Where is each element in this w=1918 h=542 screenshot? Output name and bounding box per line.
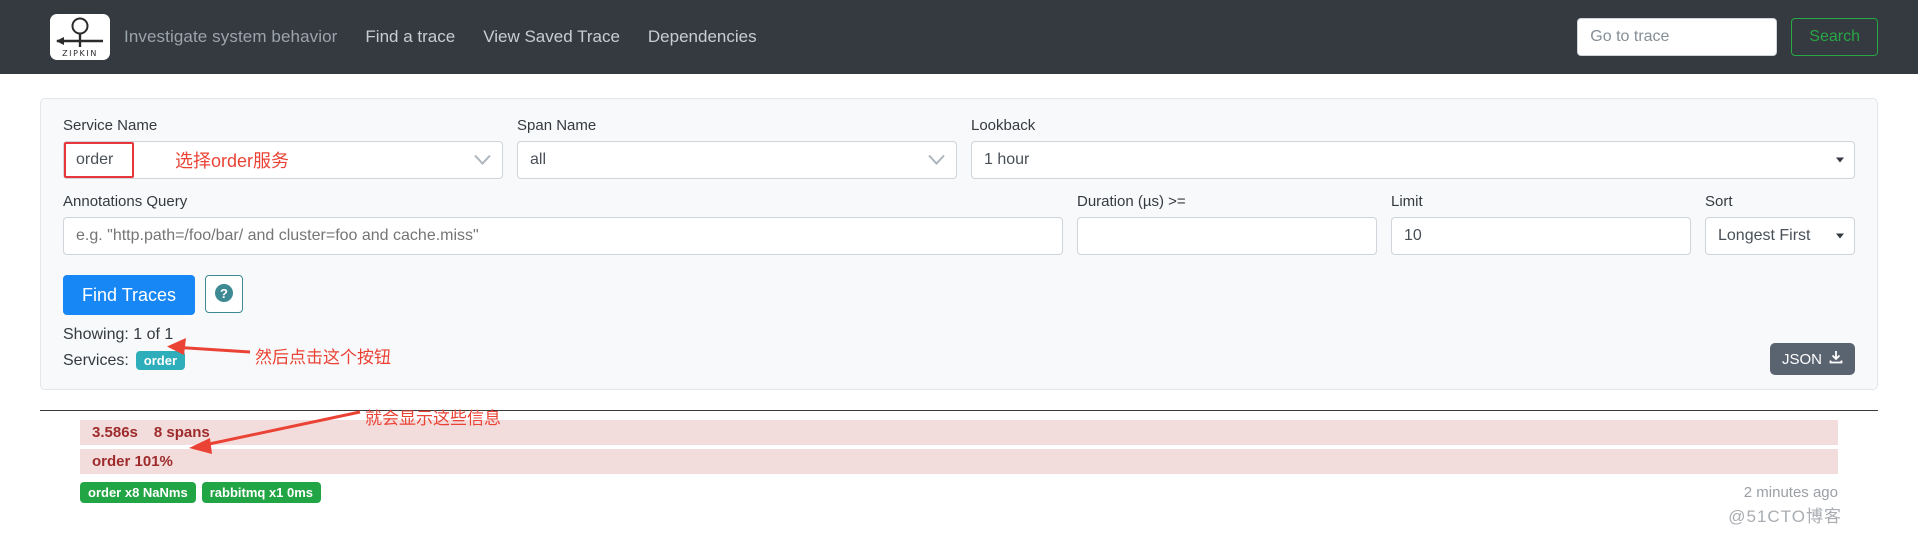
- trace-service-percent: order 101%: [92, 453, 173, 471]
- top-navbar: ZIPKIN Investigate system behavior Find …: [0, 0, 1918, 74]
- service-badge[interactable]: order: [135, 350, 186, 370]
- field-sort: Sort Longest First: [1705, 193, 1855, 255]
- duration-label: Duration (µs) >=: [1077, 193, 1186, 210]
- results-section: 3.586s 8 spans order 101% order x8 NaNms…: [40, 410, 1878, 526]
- service-name-select[interactable]: order 选择order服务: [63, 141, 503, 179]
- question-circle-icon: ?: [214, 283, 234, 306]
- span-name-value[interactable]: all: [517, 141, 957, 179]
- sort-select[interactable]: Longest First: [1705, 217, 1855, 255]
- trace-badge-order[interactable]: order x8 NaNms: [80, 482, 196, 504]
- lookback-select[interactable]: 1 hour: [971, 141, 1855, 179]
- sort-label: Sort: [1705, 193, 1733, 210]
- service-name-label: Service Name: [63, 117, 158, 134]
- nav-link-view-saved-trace[interactable]: View Saved Trace: [483, 27, 620, 47]
- results-meta: Showing: 1 of 1 Services: order: [63, 322, 1855, 373]
- field-lookback: Lookback 1 hour: [971, 117, 1855, 179]
- annotations-query-label: Annotations Query: [63, 193, 188, 210]
- trace-row[interactable]: 3.586s 8 spans order 101% order x8 NaNms…: [40, 411, 1878, 526]
- nav-link-dependencies[interactable]: Dependencies: [648, 27, 757, 47]
- page-body: Service Name order 选择order服务 Span Name a…: [0, 74, 1918, 526]
- json-download-button[interactable]: JSON: [1769, 343, 1855, 376]
- showing-count: Showing: 1 of 1: [63, 326, 174, 343]
- search-panel: Service Name order 选择order服务 Span Name a…: [40, 98, 1878, 391]
- annotations-query-input[interactable]: [63, 217, 1063, 255]
- trace-summary-bar[interactable]: 3.586s 8 spans: [80, 420, 1838, 446]
- nav-links: Find a trace View Saved Trace Dependenci…: [365, 27, 784, 47]
- limit-label: Limit: [1391, 193, 1423, 210]
- limit-input[interactable]: [1391, 217, 1691, 255]
- services-label: Services:: [63, 351, 129, 369]
- sort-value[interactable]: Longest First: [1705, 217, 1855, 255]
- search-form-row-1: Service Name order 选择order服务 Span Name a…: [63, 117, 1855, 179]
- service-name-value[interactable]: order: [63, 141, 503, 179]
- find-traces-button[interactable]: Find Traces: [63, 275, 196, 315]
- help-button[interactable]: ?: [205, 275, 244, 313]
- span-name-select[interactable]: all: [517, 141, 957, 179]
- trace-service-bar[interactable]: order 101%: [80, 449, 1838, 475]
- svg-text:ZIPKIN: ZIPKIN: [62, 49, 98, 58]
- services-row: Services: order: [63, 348, 1855, 374]
- field-annotations-query: Annotations Query: [63, 193, 1063, 255]
- field-limit: Limit: [1391, 193, 1691, 255]
- brand-group: ZIPKIN Investigate system behavior: [50, 14, 337, 60]
- watermark: @51CTO博客: [1728, 507, 1842, 527]
- trace-service-badges: order x8 NaNms rabbitmq x1 0ms: [80, 482, 1838, 504]
- field-duration: Duration (µs) >=: [1077, 193, 1377, 255]
- search-button[interactable]: Search: [1791, 18, 1878, 56]
- brand-tagline: Investigate system behavior: [124, 27, 338, 46]
- trace-timestamp: 2 minutes ago: [1743, 484, 1838, 502]
- search-form-row-2: Annotations Query Duration (µs) >= Limit…: [63, 193, 1855, 255]
- navbar-search-group: Search: [1577, 18, 1878, 56]
- go-to-trace-input[interactable]: [1577, 18, 1778, 56]
- trace-badge-rabbitmq[interactable]: rabbitmq x1 0ms: [201, 482, 322, 504]
- svg-text:?: ?: [220, 286, 228, 301]
- field-service-name: Service Name order 选择order服务: [63, 117, 503, 179]
- field-span-name: Span Name all: [517, 117, 957, 179]
- json-button-label: JSON: [1781, 350, 1822, 368]
- trace-span-count: 8 spans: [153, 424, 210, 442]
- lookback-value[interactable]: 1 hour: [971, 141, 1855, 179]
- search-actions: Find Traces ?: [63, 275, 1855, 315]
- span-name-label: Span Name: [517, 117, 597, 134]
- trace-duration: 3.586s: [92, 424, 138, 442]
- nav-link-find-a-trace[interactable]: Find a trace: [365, 27, 455, 47]
- zipkin-logo-icon[interactable]: ZIPKIN: [50, 14, 110, 60]
- lookback-label: Lookback: [971, 117, 1036, 134]
- duration-input[interactable]: [1077, 217, 1377, 255]
- download-icon: [1829, 350, 1843, 368]
